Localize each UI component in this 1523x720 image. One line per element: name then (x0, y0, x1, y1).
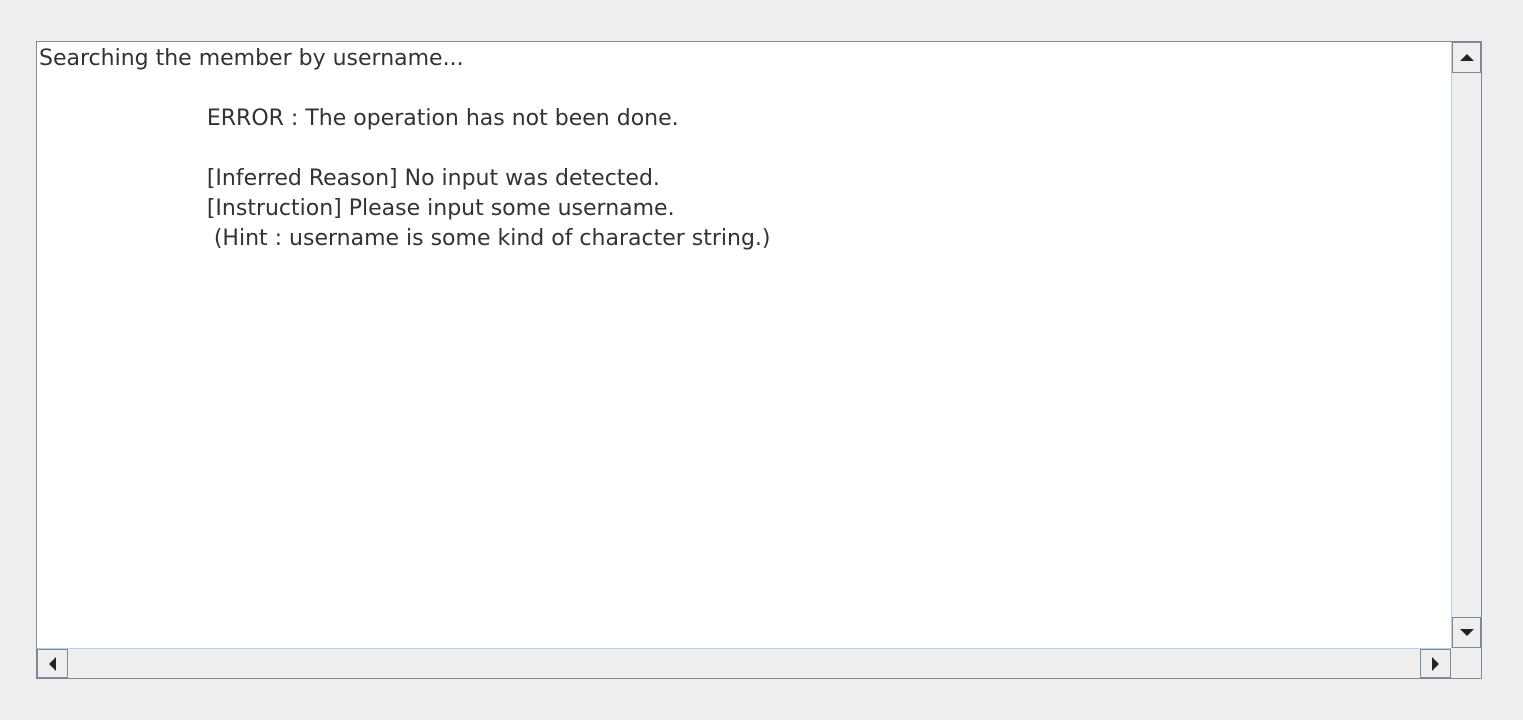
scroll-right-button[interactable] (1420, 649, 1451, 678)
scroll-down-button[interactable] (1452, 617, 1481, 648)
arrow-up-icon (1459, 54, 1474, 61)
output-text-area[interactable]: Searching the member by username... ERRO… (37, 42, 1451, 648)
output-scroll-pane: Searching the member by username... ERRO… (36, 41, 1482, 679)
horizontal-scroll-track[interactable] (68, 649, 1420, 678)
arrow-left-icon (49, 656, 56, 671)
horizontal-scrollbar[interactable] (37, 648, 1451, 678)
console-output-text: Searching the member by username... ERRO… (39, 46, 771, 251)
arrow-down-icon (1459, 629, 1474, 636)
scrollbar-corner (1451, 648, 1481, 678)
scroll-left-button[interactable] (37, 649, 68, 678)
scroll-up-button[interactable] (1452, 42, 1481, 73)
arrow-right-icon (1432, 656, 1439, 671)
vertical-scrollbar[interactable] (1451, 42, 1481, 648)
vertical-scroll-track[interactable] (1452, 73, 1481, 617)
